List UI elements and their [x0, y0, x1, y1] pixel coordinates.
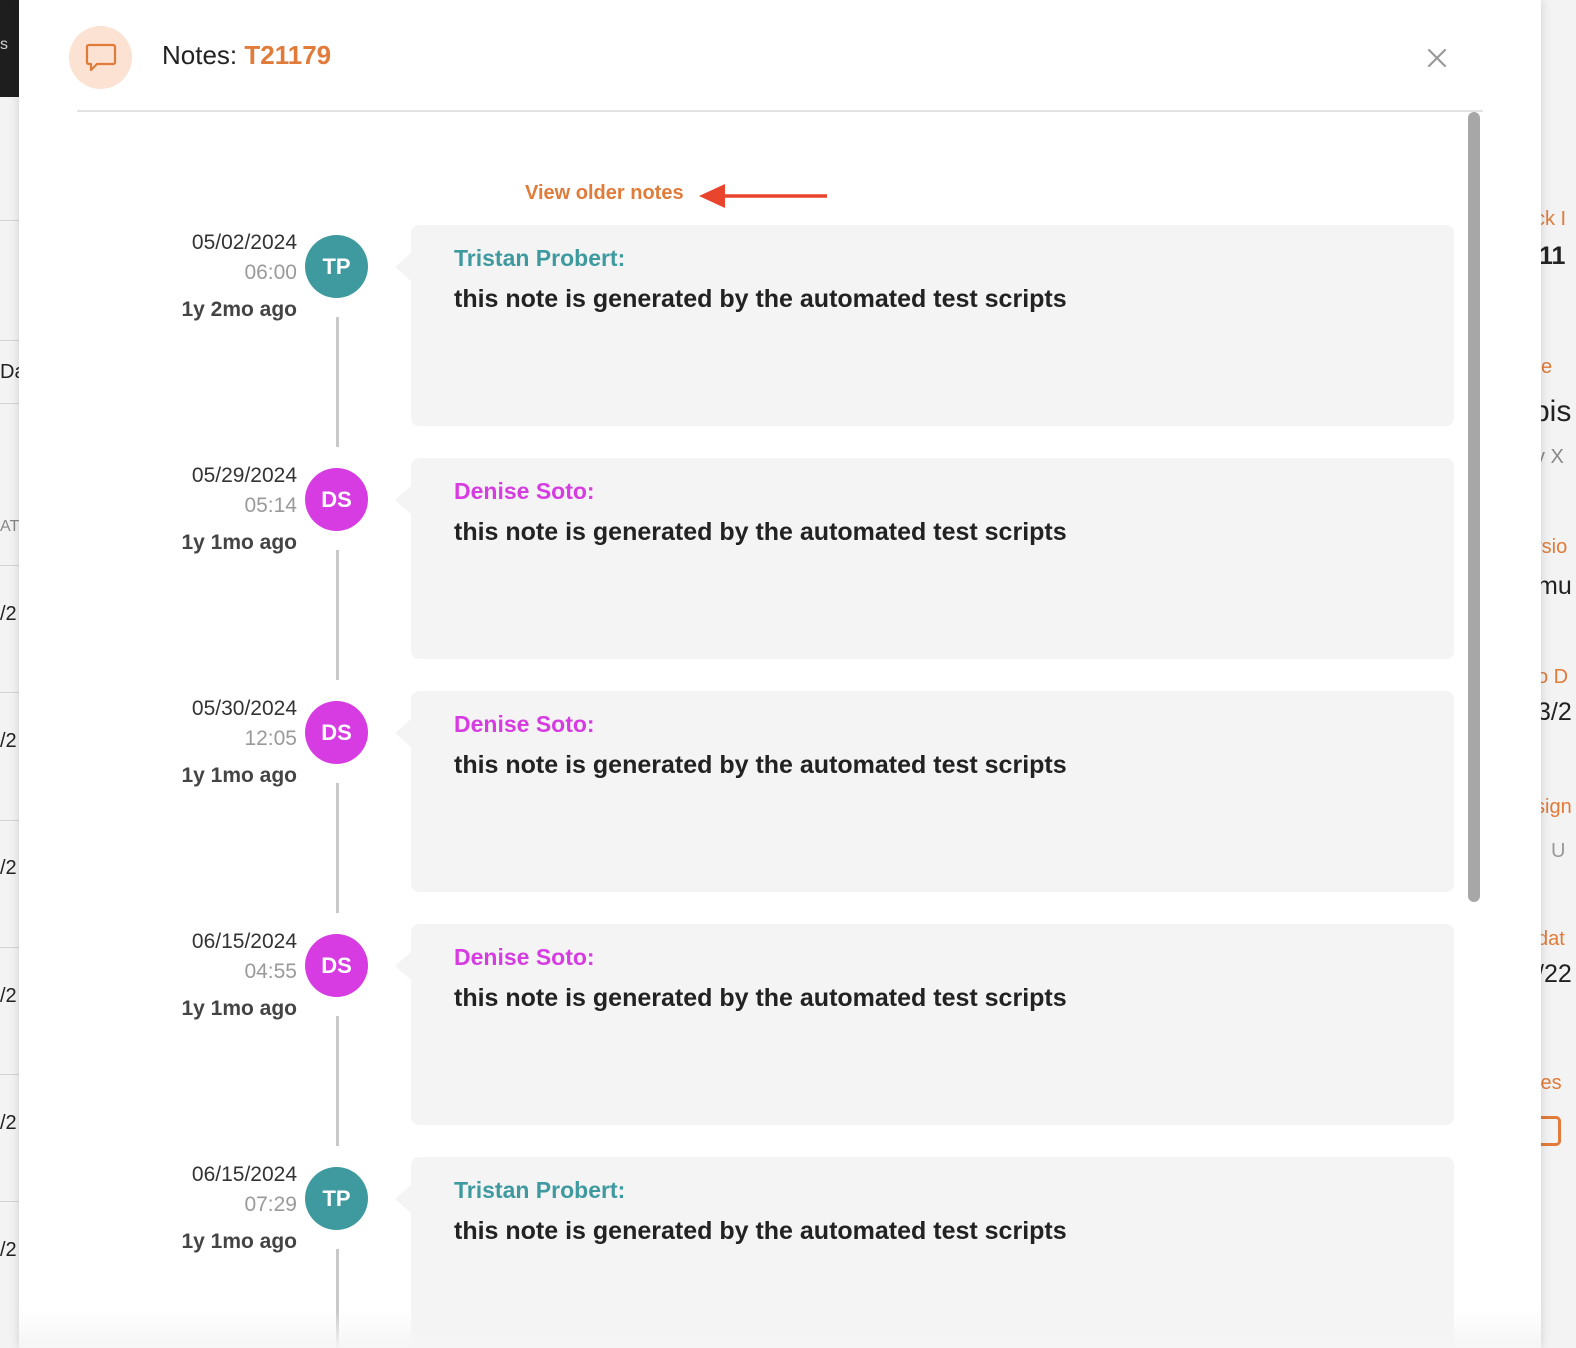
note-time: 07:29 — [244, 1193, 297, 1216]
note-item: 05/02/2024 06:00 1y 2mo ago TP Tristan P… — [77, 225, 1483, 458]
background-divider — [0, 1201, 19, 1202]
close-icon — [1427, 48, 1447, 68]
background-right-text: o D — [1541, 666, 1569, 688]
background-right-text: /22 — [1541, 960, 1572, 988]
note-bubble: Denise Soto: this note is generated by t… — [411, 924, 1454, 1125]
note-time: 05:14 — [244, 494, 297, 517]
background-notes-icon — [1541, 1116, 1561, 1146]
modal-title: Notes: T21179 — [162, 40, 331, 71]
note-item: 05/29/2024 05:14 1y 1mo ago DS Denise So… — [77, 458, 1483, 691]
view-older-notes-link[interactable]: View older notes — [525, 182, 684, 205]
background-right-text: ck I — [1541, 208, 1567, 230]
modal-title-prefix: Notes: — [162, 40, 238, 70]
avatar: DS — [305, 934, 368, 997]
avatar: DS — [305, 701, 368, 764]
background-right-text: dat — [1541, 928, 1565, 950]
notes-list[interactable]: View older notes 05/02/2024 06:00 1y 2mo… — [77, 112, 1483, 1348]
note-date: 06/15/2024 — [191, 930, 297, 953]
background-right-text: e — [1541, 356, 1553, 378]
avatar: TP — [305, 235, 368, 298]
note-bubble: Tristan Probert: this note is generated … — [411, 225, 1454, 426]
note-text: this note is generated by the automated … — [454, 285, 1067, 313]
background-left-text: /2 — [0, 603, 17, 625]
background-divider — [0, 1074, 19, 1075]
bottom-fade — [19, 1310, 1541, 1348]
background-right-text: bis — [1541, 395, 1572, 428]
note-date: 05/30/2024 — [191, 697, 297, 720]
background-right-text: mu — [1541, 572, 1572, 600]
note-relative-time: 1y 1mo ago — [181, 997, 297, 1020]
note-text: this note is generated by the automated … — [454, 518, 1067, 546]
note-bubble: Denise Soto: this note is generated by t… — [411, 691, 1454, 892]
bubble-pointer — [395, 952, 411, 980]
bubble-pointer — [395, 486, 411, 514]
note-author: Tristan Probert: — [454, 1177, 626, 1203]
background-left-text: AT — [0, 518, 20, 535]
background-left-text: /2 — [0, 1112, 17, 1134]
note-text: this note is generated by the automated … — [454, 751, 1067, 779]
background-divider — [0, 947, 19, 948]
note-text: this note is generated by the automated … — [454, 984, 1067, 1012]
note-relative-time: 1y 1mo ago — [181, 764, 297, 787]
background-divider — [0, 340, 19, 341]
note-author: Denise Soto: — [454, 944, 595, 970]
note-time: 12:05 — [244, 727, 297, 750]
avatar: TP — [305, 1167, 368, 1230]
note-author: Tristan Probert: — [454, 245, 626, 271]
timeline-connector — [336, 317, 339, 447]
background-left-text: /2 — [0, 857, 17, 879]
background-right-text: 3/2 — [1541, 698, 1572, 726]
note-date: 05/02/2024 — [191, 231, 297, 254]
speech-bubble-icon — [85, 43, 116, 71]
note-text: this note is generated by the automated … — [454, 1217, 1067, 1245]
background-topbar: s — [0, 0, 19, 97]
timeline-connector — [336, 1016, 339, 1146]
note-relative-time: 1y 2mo ago — [181, 298, 297, 321]
note-relative-time: 1y 1mo ago — [181, 1230, 297, 1253]
background-right-text: 11 — [1541, 242, 1566, 270]
scrollbar[interactable] — [1468, 112, 1480, 902]
note-author: Denise Soto: — [454, 711, 595, 737]
close-button[interactable]: × — [1419, 40, 1455, 76]
background-left-text: /2 — [0, 985, 17, 1007]
modal-header: Notes: T21179 × — [19, 0, 1541, 112]
background-divider — [0, 820, 19, 821]
bubble-pointer — [395, 1185, 411, 1213]
note-item: 05/30/2024 12:05 1y 1mo ago DS Denise So… — [77, 691, 1483, 924]
note-time: 04:55 — [244, 960, 297, 983]
background-left-text: /2 — [0, 1239, 17, 1261]
background-right-text: rsio — [1541, 536, 1568, 558]
background-right-text: sign — [1541, 796, 1572, 818]
background-divider — [0, 692, 19, 693]
background-right-text: y X — [1541, 446, 1564, 468]
notes-modal: Notes: T21179 × View older notes 05/02/2… — [19, 0, 1541, 1348]
background-right-panel: ck I 11 e bis y X rsio mu o D 3/2 sign U… — [1541, 0, 1576, 1348]
note-date: 05/29/2024 — [191, 464, 297, 487]
note-bubble: Denise Soto: this note is generated by t… — [411, 458, 1454, 659]
background-right-text: U — [1551, 840, 1566, 862]
background-divider — [0, 220, 19, 221]
note-time: 06:00 — [244, 261, 297, 284]
timeline-connector — [336, 783, 339, 913]
timeline-connector — [336, 550, 339, 680]
close-label: × — [1455, 40, 1456, 41]
note-date: 06/15/2024 — [191, 1163, 297, 1186]
note-item: 06/15/2024 04:55 1y 1mo ago DS Denise So… — [77, 924, 1483, 1157]
bubble-pointer — [395, 719, 411, 747]
avatar: DS — [305, 468, 368, 531]
annotation-arrow-icon — [699, 184, 827, 208]
note-relative-time: 1y 1mo ago — [181, 531, 297, 554]
background-divider — [0, 565, 19, 566]
note-author: Denise Soto: — [454, 478, 595, 504]
background-topbar-text: s — [0, 36, 8, 53]
bubble-pointer — [395, 253, 411, 281]
notes-icon-badge — [69, 26, 132, 89]
background-divider — [0, 403, 19, 404]
background-right-text: tes — [1541, 1072, 1562, 1094]
ticket-id: T21179 — [244, 40, 332, 70]
background-left-text: /2 — [0, 730, 17, 752]
